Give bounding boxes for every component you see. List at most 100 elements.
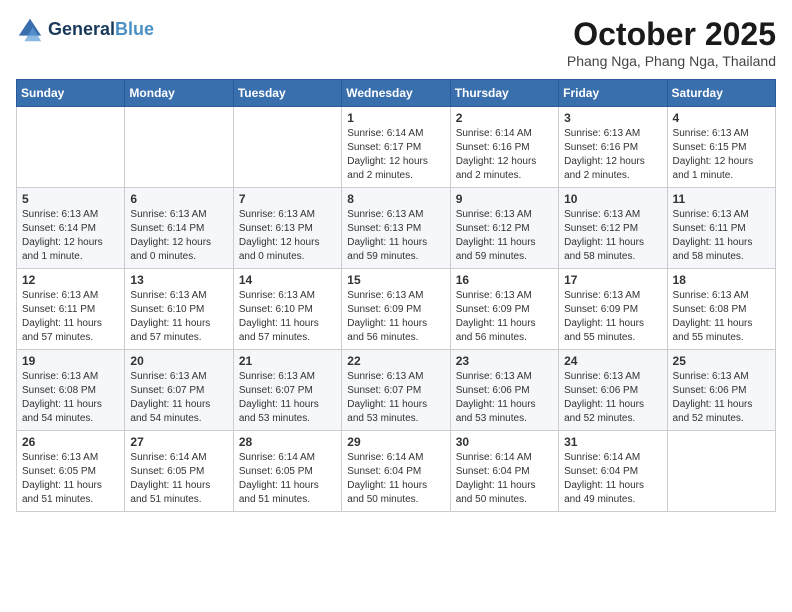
weekday-header-sunday: Sunday: [17, 80, 125, 107]
day-cell-22: 22 Sunrise: 6:13 AM Sunset: 6:07 PM Dayli…: [342, 350, 450, 431]
day-cell-21: 21 Sunrise: 6:13 AM Sunset: 6:07 PM Dayli…: [233, 350, 341, 431]
day-content: Sunrise: 6:13 AM Sunset: 6:12 PM Dayligh…: [564, 208, 661, 264]
week-row-1: 1Sunrise: 6:14 AM Sunset: 6:17 PM Daylig…: [17, 107, 776, 188]
day-cell-19: 19 Sunrise: 6:13 AM Sunset: 6:08 PM Dayli…: [17, 350, 125, 431]
day-number: 31: [564, 435, 661, 449]
day-content: Sunrise: 6:13 AM Sunset: 6:13 PM Dayligh…: [347, 208, 444, 264]
day-content: Sunrise: 6:14 AM Sunset: 6:05 PM Dayligh…: [130, 451, 227, 507]
day-number: 22: [347, 354, 444, 368]
day-content: Sunrise: 6:13 AM Sunset: 6:09 PM Dayligh…: [564, 289, 661, 345]
day-content: Sunrise: 6:14 AM Sunset: 6:05 PM Dayligh…: [239, 451, 336, 507]
day-cell-27: 27Sunrise: 6:14 AM Sunset: 6:05 PM Dayli…: [125, 431, 233, 512]
day-number: 5: [22, 192, 119, 206]
day-cell-30: 30 Sunrise: 6:14 AM Sunset: 6:04 PM Dayli…: [450, 431, 558, 512]
day-number: 4: [673, 111, 770, 125]
day-content: Sunrise: 6:13 AM Sunset: 6:07 PM Dayligh…: [130, 370, 227, 426]
day-number: 26: [22, 435, 119, 449]
day-number: 16: [456, 273, 553, 287]
title-block: October 2025 Phang Nga, Phang Nga, Thail…: [567, 16, 776, 69]
empty-cell: [233, 107, 341, 188]
month-title: October 2025: [567, 16, 776, 53]
day-number: 21: [239, 354, 336, 368]
week-row-4: 19 Sunrise: 6:13 AM Sunset: 6:08 PM Dayli…: [17, 350, 776, 431]
day-content: Sunrise: 6:14 AM Sunset: 6:04 PM Dayligh…: [564, 451, 661, 507]
day-number: 28: [239, 435, 336, 449]
day-content: Sunrise: 6:13 AM Sunset: 6:09 PM Dayligh…: [456, 289, 553, 345]
day-content: Sunrise: 6:14 AM Sunset: 6:17 PM Dayligh…: [347, 127, 444, 183]
day-content: Sunrise: 6:13 AM Sunset: 6:11 PM Dayligh…: [673, 208, 770, 264]
logo: GeneralBlue: [16, 16, 154, 44]
weekday-header-row: SundayMondayTuesdayWednesdayThursdayFrid…: [17, 80, 776, 107]
day-content: Sunrise: 6:13 AM Sunset: 6:10 PM Dayligh…: [239, 289, 336, 345]
weekday-header-friday: Friday: [559, 80, 667, 107]
day-cell-4: 4 Sunrise: 6:13 AM Sunset: 6:15 PM Daylig…: [667, 107, 775, 188]
logo-text: GeneralBlue: [48, 20, 154, 40]
weekday-header-wednesday: Wednesday: [342, 80, 450, 107]
day-cell-5: 5 Sunrise: 6:13 AM Sunset: 6:14 PM Daylig…: [17, 188, 125, 269]
day-number: 29: [347, 435, 444, 449]
day-cell-17: 17Sunrise: 6:13 AM Sunset: 6:09 PM Dayli…: [559, 269, 667, 350]
day-content: Sunrise: 6:13 AM Sunset: 6:16 PM Dayligh…: [564, 127, 661, 183]
day-content: Sunrise: 6:13 AM Sunset: 6:06 PM Dayligh…: [564, 370, 661, 426]
day-number: 10: [564, 192, 661, 206]
day-number: 30: [456, 435, 553, 449]
calendar-table: SundayMondayTuesdayWednesdayThursdayFrid…: [16, 79, 776, 512]
day-cell-18: 18Sunrise: 6:13 AM Sunset: 6:08 PM Dayli…: [667, 269, 775, 350]
day-number: 3: [564, 111, 661, 125]
day-cell-24: 24 Sunrise: 6:13 AM Sunset: 6:06 PM Dayli…: [559, 350, 667, 431]
day-number: 18: [673, 273, 770, 287]
day-number: 2: [456, 111, 553, 125]
day-number: 13: [130, 273, 227, 287]
logo-icon: [16, 16, 44, 44]
day-cell-16: 16 Sunrise: 6:13 AM Sunset: 6:09 PM Dayli…: [450, 269, 558, 350]
day-cell-15: 15 Sunrise: 6:13 AM Sunset: 6:09 PM Dayli…: [342, 269, 450, 350]
weekday-header-thursday: Thursday: [450, 80, 558, 107]
day-content: Sunrise: 6:13 AM Sunset: 6:10 PM Dayligh…: [130, 289, 227, 345]
day-cell-2: 2 Sunrise: 6:14 AM Sunset: 6:16 PM Daylig…: [450, 107, 558, 188]
day-cell-11: 11 Sunrise: 6:13 AM Sunset: 6:11 PM Dayli…: [667, 188, 775, 269]
day-cell-23: 23Sunrise: 6:13 AM Sunset: 6:06 PM Dayli…: [450, 350, 558, 431]
day-content: Sunrise: 6:13 AM Sunset: 6:07 PM Dayligh…: [347, 370, 444, 426]
day-number: 25: [673, 354, 770, 368]
day-content: Sunrise: 6:13 AM Sunset: 6:11 PM Dayligh…: [22, 289, 119, 345]
day-number: 24: [564, 354, 661, 368]
day-number: 11: [673, 192, 770, 206]
day-number: 23: [456, 354, 553, 368]
day-cell-29: 29 Sunrise: 6:14 AM Sunset: 6:04 PM Dayli…: [342, 431, 450, 512]
day-content: Sunrise: 6:14 AM Sunset: 6:04 PM Dayligh…: [347, 451, 444, 507]
day-content: Sunrise: 6:14 AM Sunset: 6:16 PM Dayligh…: [456, 127, 553, 183]
day-content: Sunrise: 6:13 AM Sunset: 6:13 PM Dayligh…: [239, 208, 336, 264]
day-cell-14: 14 Sunrise: 6:13 AM Sunset: 6:10 PM Dayli…: [233, 269, 341, 350]
location: Phang Nga, Phang Nga, Thailand: [567, 53, 776, 69]
day-cell-3: 3 Sunrise: 6:13 AM Sunset: 6:16 PM Daylig…: [559, 107, 667, 188]
day-number: 15: [347, 273, 444, 287]
day-cell-9: 9Sunrise: 6:13 AM Sunset: 6:12 PM Daylig…: [450, 188, 558, 269]
weekday-header-saturday: Saturday: [667, 80, 775, 107]
day-cell-31: 31 Sunrise: 6:14 AM Sunset: 6:04 PM Dayli…: [559, 431, 667, 512]
day-content: Sunrise: 6:13 AM Sunset: 6:07 PM Dayligh…: [239, 370, 336, 426]
day-number: 19: [22, 354, 119, 368]
day-cell-12: 12 Sunrise: 6:13 AM Sunset: 6:11 PM Dayli…: [17, 269, 125, 350]
day-content: Sunrise: 6:13 AM Sunset: 6:12 PM Dayligh…: [456, 208, 553, 264]
day-content: Sunrise: 6:13 AM Sunset: 6:09 PM Dayligh…: [347, 289, 444, 345]
day-cell-6: 6Sunrise: 6:13 AM Sunset: 6:14 PM Daylig…: [125, 188, 233, 269]
week-row-3: 12 Sunrise: 6:13 AM Sunset: 6:11 PM Dayli…: [17, 269, 776, 350]
day-cell-20: 20 Sunrise: 6:13 AM Sunset: 6:07 PM Dayli…: [125, 350, 233, 431]
day-content: Sunrise: 6:13 AM Sunset: 6:14 PM Dayligh…: [22, 208, 119, 264]
weekday-header-monday: Monday: [125, 80, 233, 107]
day-content: Sunrise: 6:13 AM Sunset: 6:06 PM Dayligh…: [673, 370, 770, 426]
day-content: Sunrise: 6:13 AM Sunset: 6:08 PM Dayligh…: [22, 370, 119, 426]
day-content: Sunrise: 6:13 AM Sunset: 6:15 PM Dayligh…: [673, 127, 770, 183]
day-number: 14: [239, 273, 336, 287]
day-content: Sunrise: 6:14 AM Sunset: 6:04 PM Dayligh…: [456, 451, 553, 507]
day-cell-26: 26 Sunrise: 6:13 AM Sunset: 6:05 PM Dayli…: [17, 431, 125, 512]
day-content: Sunrise: 6:13 AM Sunset: 6:05 PM Dayligh…: [22, 451, 119, 507]
day-cell-13: 13 Sunrise: 6:13 AM Sunset: 6:10 PM Dayli…: [125, 269, 233, 350]
empty-cell: [125, 107, 233, 188]
day-number: 12: [22, 273, 119, 287]
page-header: GeneralBlue October 2025 Phang Nga, Phan…: [16, 16, 776, 69]
day-cell-28: 28 Sunrise: 6:14 AM Sunset: 6:05 PM Dayli…: [233, 431, 341, 512]
day-number: 20: [130, 354, 227, 368]
day-number: 8: [347, 192, 444, 206]
weekday-header-tuesday: Tuesday: [233, 80, 341, 107]
